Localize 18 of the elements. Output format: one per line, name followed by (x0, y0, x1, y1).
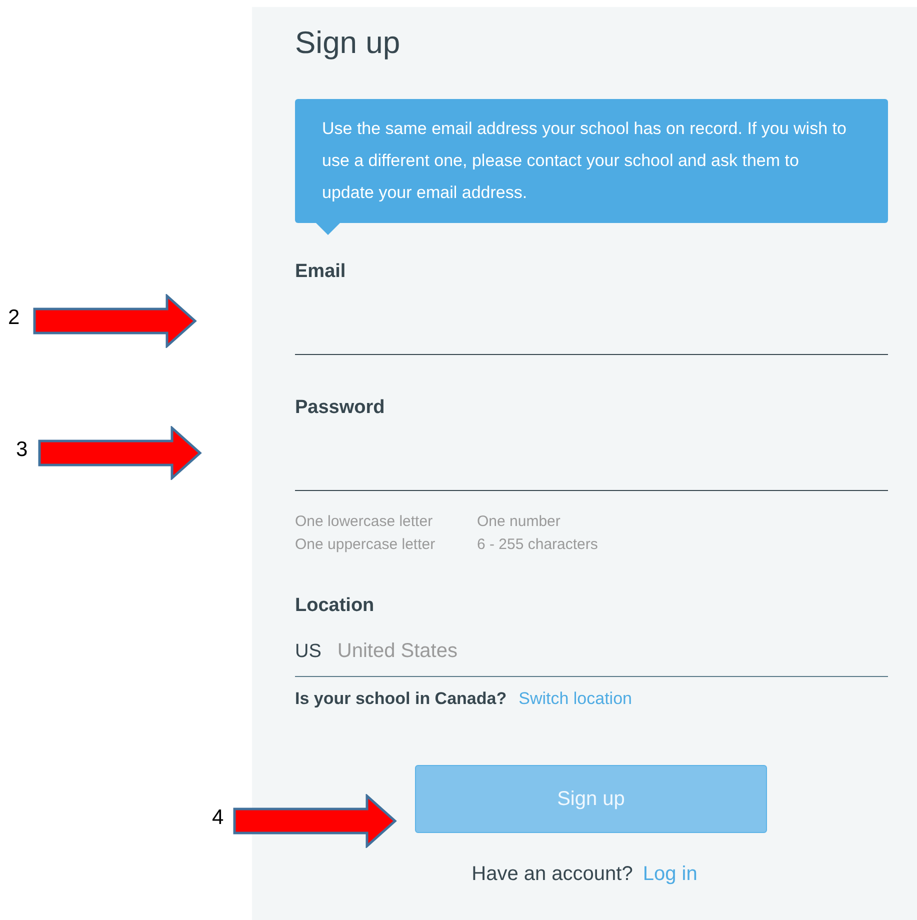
annotation-number: 3 (16, 438, 28, 462)
location-field[interactable]: United States (337, 640, 888, 663)
password-rule: 6 - 255 characters (477, 536, 599, 553)
annotation-number: 4 (212, 806, 224, 830)
account-question: Have an account? (472, 863, 633, 886)
log-in-link[interactable]: Log in (642, 863, 698, 886)
password-rule: One number (477, 513, 562, 530)
field-label: Email (295, 261, 347, 283)
field-label: Location (295, 595, 376, 617)
switch-location-link[interactable]: Switch location (518, 689, 632, 709)
field-label: Password (295, 397, 386, 419)
notice-text: Use the same email address your school has on record. If you wish to use a different one, please contact your school and ask them to update your email address. (322, 118, 848, 204)
annotation-number: 2 (8, 306, 20, 330)
password-rule: One uppercase letter (295, 536, 436, 553)
country-code: US (295, 640, 322, 662)
password-rule: One lowercase letter (295, 513, 434, 530)
page-title: Sign up (295, 25, 402, 61)
location-question: Is your school in Canada? (295, 689, 507, 709)
